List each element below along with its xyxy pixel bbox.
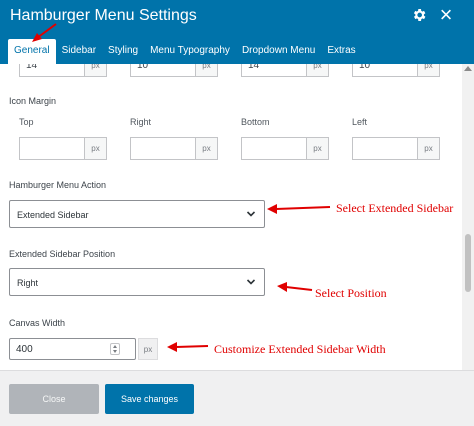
annotation-select-extended-sidebar: Select Extended Sidebar [336,201,454,215]
annotation-customize-width: Customize Extended Sidebar Width [214,342,386,356]
margin-right-input[interactable]: px [130,137,218,160]
close-button[interactable]: Close [9,384,99,414]
sidebar-position-label: Extended Sidebar Position [9,249,116,259]
content-scrollbar[interactable] [462,64,474,370]
icon-margin-label: Icon Margin [9,96,57,106]
canvas-width-stepper[interactable] [110,343,120,355]
annotation-select-position: Select Position [315,286,387,300]
menu-action-select[interactable]: Extended Sidebar [9,200,265,228]
top-row-input-4[interactable]: 10 px [352,64,440,77]
dialog-footer: Close Save changes [0,370,474,426]
sidebar-position-value: Right [17,278,39,288]
margin-top-label: Top [19,117,34,127]
margin-bottom-label: Bottom [241,117,270,127]
top-row-input-1[interactable]: 14 px [19,64,107,77]
menu-action-value: Extended Sidebar [17,210,89,220]
arrow-annotation [277,282,313,292]
canvas-width-unit: px [138,338,158,360]
scroll-thumb[interactable] [465,234,471,292]
scroll-up-icon[interactable] [464,66,472,71]
sidebar-position-select[interactable]: Right [9,268,265,296]
margin-right-label: Right [130,117,152,127]
tab-sidebar[interactable]: Sidebar [56,39,102,64]
canvas-width-label: Canvas Width [9,318,66,328]
tab-styling[interactable]: Styling [102,39,144,64]
tab-arrow-annotation [32,23,57,42]
top-row-input-2[interactable]: 10 px [130,64,218,77]
dialog-header: Hamburger Menu Settings × General Sideba… [0,0,474,64]
chevron-down-icon [246,211,256,217]
margin-left-input[interactable]: px [352,137,440,160]
tab-menu-typography[interactable]: Menu Typography [144,39,236,64]
menu-action-label: Hamburger Menu Action [9,180,107,190]
margin-left-label: Left [352,117,368,127]
margin-top-input[interactable]: px [19,137,107,160]
save-changes-button[interactable]: Save changes [105,384,194,414]
gear-icon[interactable] [409,5,429,25]
tab-extras[interactable]: Extras [321,39,361,64]
tab-dropdown-menu[interactable]: Dropdown Menu [236,39,321,64]
close-icon[interactable]: × [436,4,456,26]
tab-bar: General Sidebar Styling Menu Typography … [8,39,362,64]
arrow-annotation [167,342,209,352]
top-row-input-3[interactable]: 14 px [241,64,329,77]
arrow-annotation [267,204,331,214]
settings-content[interactable]: 14 px 10 px 14 px 10 px Icon Margin Top … [0,64,462,370]
chevron-down-icon [246,279,256,285]
margin-bottom-input[interactable]: px [241,137,329,160]
